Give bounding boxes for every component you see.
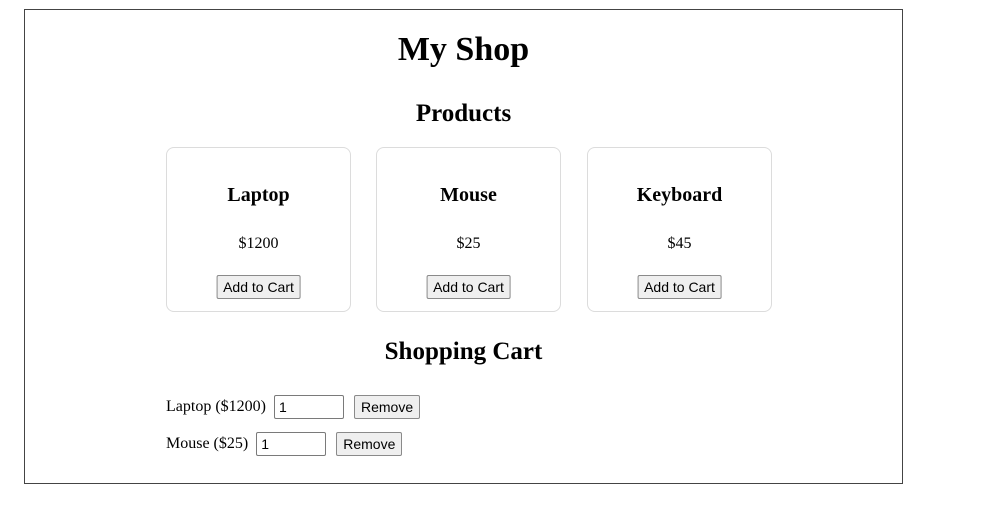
product-name: Mouse bbox=[440, 184, 497, 206]
products-heading: Products bbox=[415, 100, 512, 127]
remove-button-mouse[interactable]: Remove bbox=[336, 432, 403, 456]
cart-item-mouse: Mouse ($25) Remove bbox=[166, 432, 403, 456]
product-name: Laptop bbox=[227, 184, 290, 206]
cart-item-label: Mouse ($25) bbox=[166, 435, 249, 452]
add-to-cart-button-mouse[interactable]: Add to Cart bbox=[426, 275, 511, 299]
add-to-cart-button-keyboard[interactable]: Add to Cart bbox=[637, 275, 722, 299]
shopping-cart-heading: Shopping Cart bbox=[384, 338, 543, 365]
page-title: My Shop bbox=[397, 31, 530, 68]
product-card-laptop: Laptop $1200 Add to Cart bbox=[166, 147, 351, 312]
add-to-cart-button-laptop[interactable]: Add to Cart bbox=[216, 275, 301, 299]
cart-item-label: Laptop ($1200) bbox=[166, 398, 266, 415]
product-price: $1200 bbox=[238, 235, 279, 252]
product-card-mouse: Mouse $25 Add to Cart bbox=[376, 147, 561, 312]
quantity-input-laptop[interactable] bbox=[273, 395, 344, 419]
remove-button-laptop[interactable]: Remove bbox=[353, 395, 421, 419]
cart-item-laptop: Laptop ($1200) Remove bbox=[166, 395, 421, 419]
product-card-keyboard: Keyboard $45 Add to Cart bbox=[587, 147, 772, 312]
product-price: $25 bbox=[456, 235, 481, 252]
product-name: Keyboard bbox=[636, 184, 723, 206]
product-price: $45 bbox=[667, 235, 692, 252]
quantity-input-mouse[interactable] bbox=[256, 432, 327, 456]
